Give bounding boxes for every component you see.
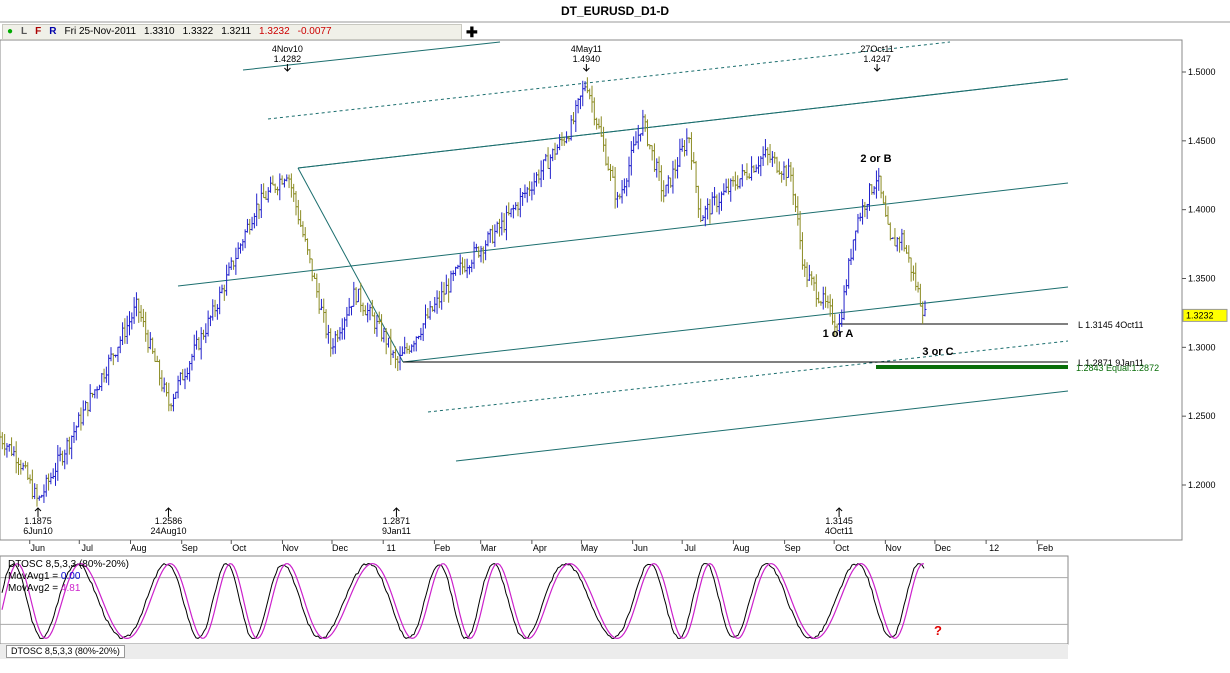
- oscillator-title: DTOSC 8,5,3,3 (80%-20%): [8, 559, 129, 570]
- bar-date: Fri 25-Nov-2011: [64, 26, 137, 37]
- y-tick-label: 1.4500: [1188, 136, 1216, 146]
- chart-title: DT_EURUSD_D1-D: [560, 4, 670, 18]
- y-tick-label: 1.3500: [1188, 274, 1216, 284]
- bar-close: 1.3232: [259, 26, 290, 37]
- x-tick-label: Dec: [935, 543, 952, 553]
- swing-date-label: 9Jan11: [382, 526, 411, 536]
- swing-value-label: 1.4247: [863, 54, 891, 64]
- toggle-l-button[interactable]: L: [21, 25, 27, 39]
- x-tick-label: Nov: [885, 543, 902, 553]
- movavg2-value: 4.81: [60, 583, 81, 594]
- x-tick-label: Mar: [481, 543, 497, 553]
- x-tick-label: Feb: [1038, 543, 1054, 553]
- alert-icon[interactable]: ?: [934, 623, 942, 638]
- x-tick-label: Apr: [533, 543, 547, 553]
- y-tick-label: 1.2000: [1188, 480, 1216, 490]
- x-tick-label: Oct: [835, 543, 850, 553]
- x-tick-label: 11: [387, 543, 396, 553]
- movavg1-label: MovAvg1: [8, 571, 50, 582]
- bar-low: 1.3211: [221, 26, 252, 37]
- swing-date-label: 24Aug10: [150, 526, 186, 536]
- x-tick-label: Dec: [332, 543, 349, 553]
- pane-tab-strip: [0, 644, 1068, 659]
- movavg2-label: MovAvg2: [8, 583, 50, 594]
- oscillator-tab[interactable]: DTOSC 8,5,3,3 (80%-20%): [6, 645, 125, 658]
- bar-open: 1.3310: [144, 26, 175, 37]
- level-label-projection: 1.2843 Equal:1.2872: [1076, 363, 1159, 373]
- ohlc-info-bar: ● L F R Fri 25-Nov-2011 1.3310 1.3322 1.…: [2, 24, 462, 40]
- swing-value-label: 1.4940: [573, 54, 601, 64]
- swing-date-label: 4May11: [571, 44, 602, 54]
- x-tick-label: May: [581, 543, 599, 553]
- x-tick-label: Sep: [182, 543, 198, 553]
- wave-label-1a: 1 or A: [823, 328, 854, 340]
- bar-change: -0.0077: [297, 26, 332, 37]
- swing-date-label: 6Jun10: [23, 526, 53, 536]
- swing-value-label: 1.2871: [383, 516, 411, 526]
- swing-date-label: 4Nov10: [272, 44, 303, 54]
- swing-value-label: 1.2586: [155, 516, 183, 526]
- swing-value-label: 1.1875: [24, 516, 52, 526]
- x-tick-label: Sep: [785, 543, 801, 553]
- movavg1-value: 0.00: [60, 571, 81, 582]
- x-tick-label: Oct: [232, 543, 247, 553]
- toggle-r-button[interactable]: R: [49, 25, 56, 39]
- wave-label-2b: 2 or B: [860, 153, 891, 165]
- x-tick-label: Feb: [435, 543, 451, 553]
- x-tick-label: 12: [989, 543, 999, 553]
- x-tick-label: Nov: [282, 543, 299, 553]
- swing-date-label: 27Oct11: [860, 44, 893, 54]
- crosshair-icon[interactable]: ✚: [466, 24, 478, 40]
- x-tick-label: Aug: [130, 543, 146, 553]
- x-tick-label: Jul: [82, 543, 94, 553]
- swing-date-label: 4Oct11: [825, 526, 853, 536]
- status-dot-icon: ●: [7, 26, 14, 37]
- y-tick-label: 1.5000: [1188, 67, 1216, 77]
- price-chart[interactable]: 1.5000 1.4500 1.4000 1.3500 1.3000 1.2500 1.20…: [0, 0, 1230, 673]
- y-tick-label: 1.2500: [1188, 411, 1216, 421]
- toggle-f-button[interactable]: F: [35, 25, 41, 39]
- y-tick-label: 1.3000: [1188, 342, 1216, 352]
- y-tick-label: 1.4000: [1188, 205, 1216, 215]
- x-tick-label: Aug: [733, 543, 749, 553]
- oscillator-legend: DTOSC 8,5,3,3 (80%-20%) MovAvg1 = 0.00 M…: [8, 559, 129, 594]
- x-tick-label: Jul: [684, 543, 696, 553]
- level-label-oct: L 1.3145 4Oct11: [1078, 320, 1144, 330]
- bar-high: 1.3322: [182, 26, 214, 37]
- x-tick-label: Jun: [633, 543, 648, 553]
- swing-value-label: 1.4282: [274, 54, 302, 64]
- swing-value-label: 1.3145: [825, 516, 853, 526]
- last-price-label: 1.3232: [1186, 310, 1214, 320]
- wave-label-3c: 3 or C: [922, 346, 953, 358]
- x-tick-label: Jun: [30, 543, 45, 553]
